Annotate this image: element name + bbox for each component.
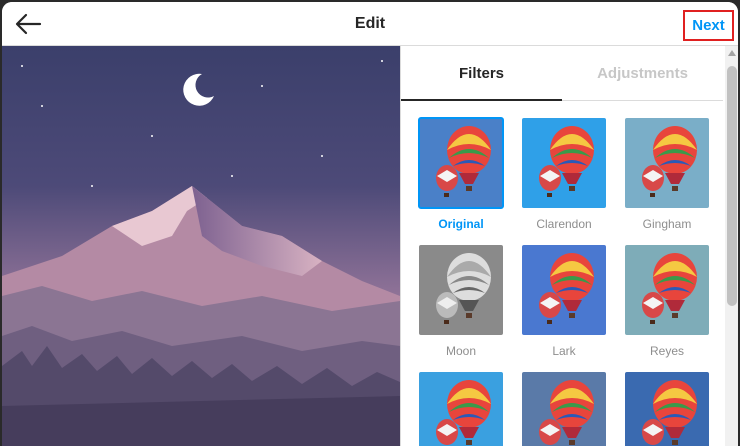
hot-air-balloon-image bbox=[625, 372, 709, 446]
scroll-thumb[interactable] bbox=[727, 66, 737, 306]
filter-thumbnail bbox=[625, 372, 709, 446]
hot-air-balloon-image bbox=[522, 372, 606, 446]
tab-bar: Filters Adjustments bbox=[401, 46, 723, 101]
page-title: Edit bbox=[354, 15, 386, 32]
hot-air-balloon-image bbox=[522, 245, 606, 335]
tab-filters[interactable]: Filters bbox=[401, 46, 562, 101]
filter-thumbnail bbox=[418, 117, 504, 209]
filter-thumbnail bbox=[625, 118, 709, 208]
hot-air-balloon-image bbox=[522, 118, 606, 208]
filter-thumbnail bbox=[522, 372, 606, 446]
filter-label: Clarendon bbox=[536, 217, 592, 231]
filter-thumbnail bbox=[419, 245, 503, 335]
tab-adjustments[interactable]: Adjustments bbox=[562, 46, 723, 101]
filter-label: Lark bbox=[552, 344, 576, 358]
edit-panel: Filters Adjustments Original Clarendon Gin… bbox=[400, 46, 738, 446]
filter-thumbnail bbox=[625, 245, 709, 335]
filter-option[interactable]: Lark bbox=[522, 245, 606, 358]
image-preview bbox=[2, 46, 400, 446]
filter-option[interactable]: Reyes bbox=[625, 245, 709, 358]
filter-option[interactable]: Gingham bbox=[625, 118, 709, 231]
filter-label: Original bbox=[438, 217, 484, 231]
hot-air-balloon-image bbox=[625, 245, 709, 335]
hot-air-balloon-image bbox=[419, 372, 503, 446]
filter-label: Reyes bbox=[649, 344, 684, 358]
filter-thumbnail bbox=[419, 372, 503, 446]
edit-dialog: Edit Next Filters Adjustments Original C… bbox=[2, 2, 738, 446]
mountain-landscape-image bbox=[2, 46, 400, 446]
scrollbar[interactable] bbox=[725, 46, 738, 446]
filter-label: Gingham bbox=[642, 217, 692, 231]
filter-option[interactable]: Original bbox=[418, 117, 504, 231]
filter-option[interactable] bbox=[522, 372, 606, 446]
hot-air-balloon-image bbox=[419, 118, 503, 208]
dialog-header: Edit Next bbox=[2, 2, 738, 46]
filter-label: Moon bbox=[445, 344, 477, 358]
hot-air-balloon-image bbox=[625, 118, 709, 208]
filter-option[interactable]: Clarendon bbox=[522, 118, 606, 231]
next-button[interactable]: Next bbox=[683, 10, 734, 41]
filter-thumbnail bbox=[522, 245, 606, 335]
filter-thumbnail bbox=[522, 118, 606, 208]
filter-option[interactable] bbox=[625, 372, 709, 446]
scroll-up-arrow-icon[interactable] bbox=[728, 50, 736, 56]
hot-air-balloon-image bbox=[419, 245, 503, 335]
filter-option[interactable] bbox=[419, 372, 503, 446]
filter-option[interactable]: Moon bbox=[419, 245, 503, 358]
